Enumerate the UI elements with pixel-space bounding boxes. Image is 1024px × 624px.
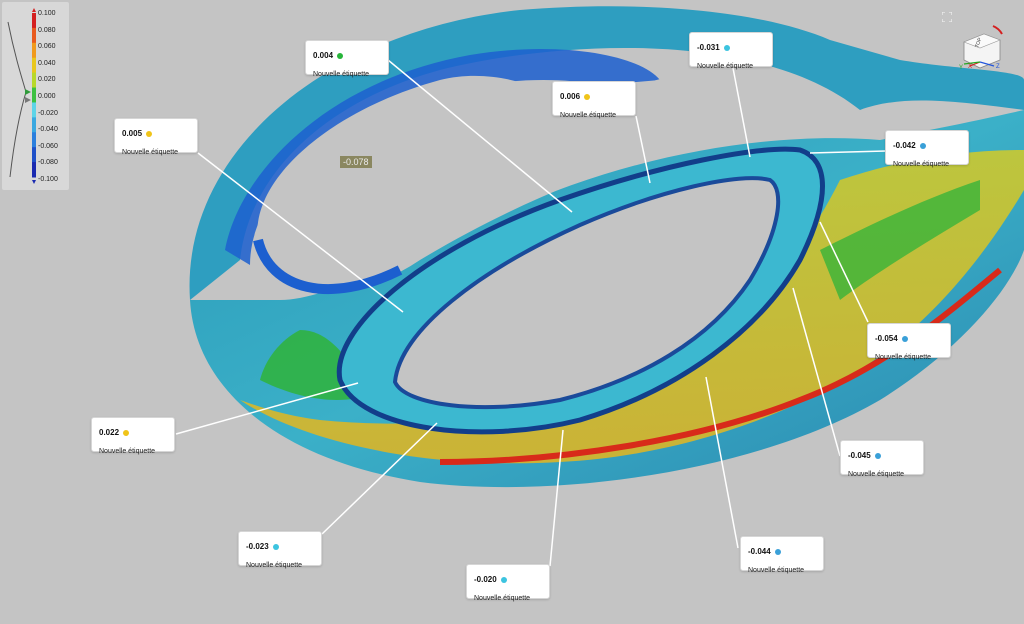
scale-band (32, 87, 36, 103)
label-name: Nouvelle étiquette (246, 562, 303, 569)
scale-band (32, 147, 36, 163)
scale-band (32, 27, 36, 44)
scale-tick-label: 0.080 (38, 26, 56, 34)
scale-band (32, 102, 36, 118)
label-value: -0.044 (748, 547, 771, 557)
label-value: -0.054 (875, 334, 898, 344)
label-name: Nouvelle étiquette (893, 161, 950, 168)
rotate-icon (992, 25, 1003, 35)
view-cube[interactable]: TOP X Y Z (956, 20, 1016, 75)
scale-tick-label: -0.020 (38, 109, 58, 117)
label-name: Nouvelle étiquette (848, 471, 905, 478)
scale-band (32, 42, 36, 59)
label-name: Nouvelle étiquette (697, 63, 754, 70)
deviation-label-9[interactable]: -0.044 Nouvelle étiquette (740, 536, 824, 574)
scale-bar (32, 13, 36, 178)
scale-band (32, 72, 36, 89)
label-name: Nouvelle étiquette (122, 149, 179, 156)
status-dot (146, 130, 153, 137)
status-dot (123, 429, 130, 436)
deviation-label-5[interactable]: -0.054 Nouvelle étiquette (867, 323, 951, 361)
marker-arrow-top[interactable] (25, 89, 31, 95)
scale-band (32, 132, 36, 148)
label-value: 0.005 (122, 129, 143, 139)
label-value: 0.006 (560, 92, 581, 102)
scale-band (32, 13, 36, 29)
deviation-label-6[interactable]: 0.022 Nouvelle étiquette (91, 417, 175, 455)
scale-tick-label: 0.060 (38, 43, 56, 51)
floating-deviation-value: -0.078 (340, 156, 372, 168)
label-value: 0.022 (99, 428, 120, 438)
axis-z-label: Z (996, 64, 1000, 70)
fullscreen-icon[interactable] (941, 9, 953, 23)
histogram-curve (7, 21, 27, 178)
label-name: Nouvelle étiquette (560, 112, 617, 119)
scale-band (32, 57, 36, 74)
scale-band (32, 162, 36, 178)
scale-band (32, 117, 36, 133)
label-value: -0.023 (246, 542, 269, 552)
scale-tick-label: -0.100 (38, 176, 58, 183)
deviation-label-7[interactable]: -0.045 Nouvelle étiquette (840, 440, 924, 478)
label-value: 0.004 (313, 51, 334, 61)
deviation-label-0[interactable]: 0.004 Nouvelle étiquette (305, 40, 389, 78)
label-value: -0.045 (848, 451, 871, 461)
status-dot (337, 52, 344, 59)
status-dot (874, 452, 881, 459)
deviation-label-8[interactable]: -0.023 Nouvelle étiquette (238, 531, 322, 569)
scale-top-arrow (32, 8, 36, 12)
axis-y-label: Y (959, 65, 963, 71)
status-dot (901, 335, 908, 342)
status-dot (774, 548, 781, 555)
scale-tick-label: -0.040 (38, 126, 58, 134)
label-name: Nouvelle étiquette (313, 71, 370, 78)
status-dot (584, 93, 591, 100)
scale-tick-label: -0.060 (38, 142, 58, 150)
scale-tick-label: 0.100 (38, 10, 56, 17)
scale-bottom-arrow (32, 180, 36, 184)
legend-graphic (7, 8, 36, 184)
deviation-label-4[interactable]: -0.042 Nouvelle étiquette (885, 130, 969, 168)
deviation-label-2[interactable]: 0.006 Nouvelle étiquette (552, 81, 636, 119)
label-value: -0.042 (893, 141, 916, 151)
label-value: -0.020 (474, 575, 497, 585)
axis-x-label: X (968, 64, 972, 70)
label-name: Nouvelle étiquette (99, 448, 156, 455)
color-scale-legend[interactable]: 0.100 0.080 0.060 0.040 0.020 0.000 -0.020 -0.0… (2, 2, 69, 190)
status-dot (723, 44, 730, 51)
scale-tick-label: -0.080 (38, 159, 58, 167)
deviation-label-1[interactable]: -0.031 Nouvelle étiquette (689, 32, 773, 70)
marker-arrow-bottom[interactable] (25, 97, 31, 103)
status-dot (919, 142, 926, 149)
scale-tick-label: 0.040 (38, 59, 56, 67)
3d-viewport[interactable]: 0.100 0.080 0.060 0.040 0.020 0.000 -0.020 -0.0… (0, 0, 1024, 624)
label-name: Nouvelle étiquette (875, 354, 932, 361)
part-deviation-map[interactable] (0, 0, 1024, 624)
status-dot (500, 576, 507, 583)
label-value: -0.031 (697, 43, 720, 53)
label-name: Nouvelle étiquette (474, 595, 531, 602)
deviation-label-3[interactable]: 0.005 Nouvelle étiquette (114, 118, 198, 156)
label-name: Nouvelle étiquette (748, 567, 805, 574)
scale-tick-label: 0.020 (38, 76, 56, 84)
status-dot (272, 543, 279, 550)
scale-tick-label: 0.000 (38, 93, 56, 100)
deviation-label-10[interactable]: -0.020 Nouvelle étiquette (466, 564, 550, 602)
